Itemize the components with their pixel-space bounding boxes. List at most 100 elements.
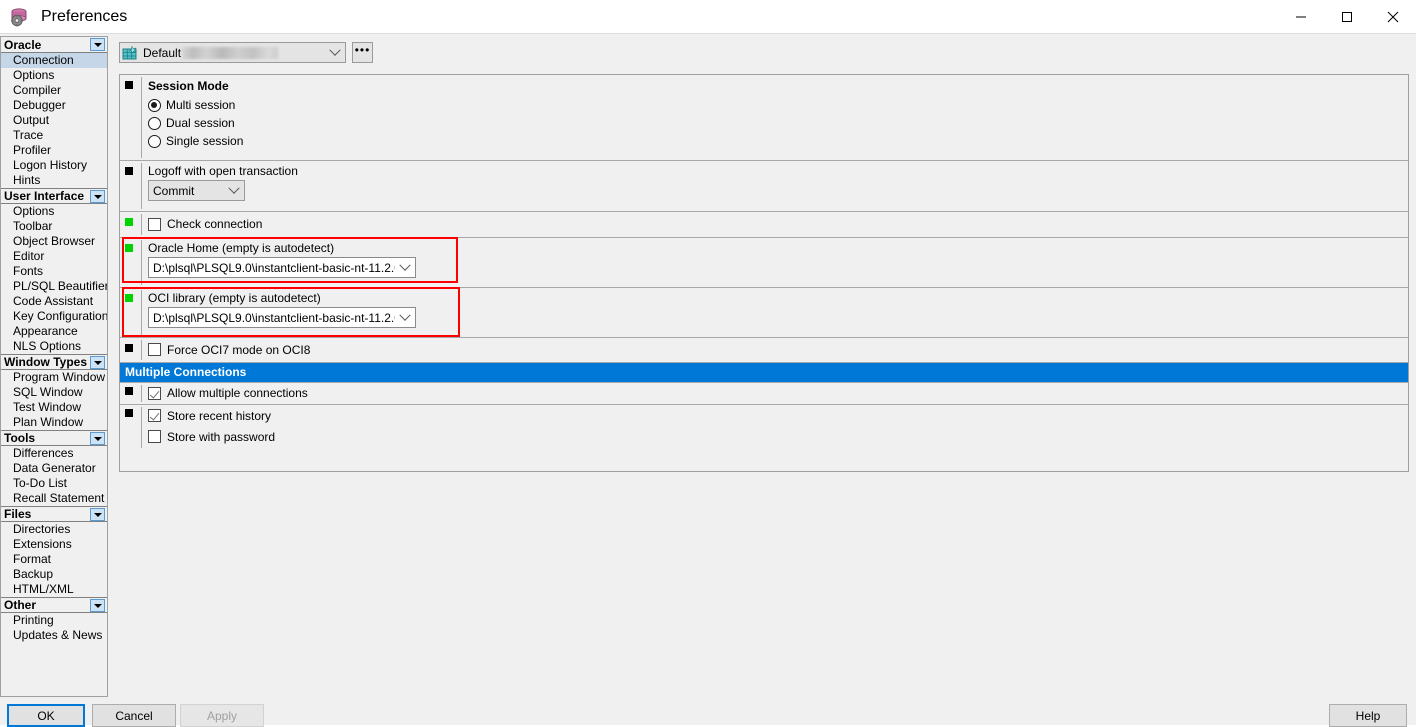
radio-multi-session[interactable]: Multi session [148,96,1408,114]
chevron-down-icon[interactable] [224,181,244,200]
preference-set-combo[interactable]: Default [119,42,346,63]
sidebar-group-files[interactable]: Files [1,506,107,522]
sidebar-item-pl-sql-beautifier[interactable]: PL/SQL Beautifier [1,279,107,294]
minimize-button[interactable] [1278,0,1324,33]
sidebar-item-sql-window[interactable]: SQL Window [1,385,107,400]
checkbox-icon[interactable] [148,430,161,443]
sidebar-item-options[interactable]: Options [1,68,107,83]
apply-button: Apply [180,704,264,727]
radio-icon[interactable] [148,134,161,148]
sidebar-item-program-window[interactable]: Program Window [1,370,107,385]
sidebar-item-extensions[interactable]: Extensions [1,537,107,552]
radio-label: Multi session [166,98,236,112]
logoff-label: Logoff with open transaction [148,164,298,178]
sidebar-item-debugger[interactable]: Debugger [1,98,107,113]
preference-set-row: Default ••• [119,42,373,63]
checkbox-icon[interactable] [148,386,161,400]
chevron-down-icon[interactable] [90,599,105,612]
oracle-home-combo[interactable]: D:\plsql\PLSQL9.0\instantclient-basic-nt… [148,257,416,278]
sidebar-item-directories[interactable]: Directories [1,522,107,537]
sidebar-item-key-configuration[interactable]: Key Configuration [1,309,107,324]
preference-set-browse-button[interactable]: ••• [352,42,373,63]
sidebar-item-output[interactable]: Output [1,113,107,128]
row-force-oci7: Force OCI7 mode on OCI8 [120,338,1408,363]
row-rule [141,290,142,335]
sidebar-item-data-generator[interactable]: Data Generator [1,461,107,476]
sidebar-item-html-xml[interactable]: HTML/XML [1,582,107,597]
sidebar-item-editor[interactable]: Editor [1,249,107,264]
sidebar-item-backup[interactable]: Backup [1,567,107,582]
radio-label: Single session [166,134,244,148]
sidebar-item-plan-window[interactable]: Plan Window [1,415,107,430]
sidebar-item-hints[interactable]: Hints [1,173,107,188]
state-marker [125,244,133,252]
sidebar-item-test-window[interactable]: Test Window [1,400,107,415]
dialog-button-bar: OK Cancel Apply Help [0,668,1416,727]
sidebar-group-label: Tools [4,431,36,445]
sidebar-item-fonts[interactable]: Fonts [1,264,107,279]
radio-label: Dual session [166,116,235,130]
sidebar-item-to-do-list[interactable]: To-Do List [1,476,107,491]
row-rule [141,214,142,235]
checkbox-store-with-password[interactable]: Store with password [148,426,1408,447]
chevron-down-icon[interactable] [90,190,105,203]
sidebar-item-trace[interactable]: Trace [1,128,107,143]
sidebar-group-tools[interactable]: Tools [1,430,107,446]
ok-button[interactable]: OK [7,704,85,727]
chevron-down-icon[interactable] [90,38,105,51]
sidebar-item-object-browser[interactable]: Object Browser [1,234,107,249]
connection-settings-panel: Session Mode Multi session Dual session … [119,74,1409,472]
sidebar-item-format[interactable]: Format [1,552,107,567]
sidebar-item-printing[interactable]: Printing [1,613,107,628]
radio-icon[interactable] [148,98,161,112]
sidebar-item-appearance[interactable]: Appearance [1,324,107,339]
sidebar-item-recall-statement[interactable]: Recall Statement [1,491,107,506]
checkbox-icon[interactable] [148,217,161,231]
cancel-button[interactable]: Cancel [92,704,176,727]
close-button[interactable] [1370,0,1416,33]
sidebar-item-differences[interactable]: Differences [1,446,107,461]
checkbox-label: Check connection [167,217,263,231]
sidebar-group-user-interface[interactable]: User Interface [1,188,107,204]
sidebar-item-logon-history[interactable]: Logon History [1,158,107,173]
radio-single-session[interactable]: Single session [148,132,1408,150]
sidebar-item-nls-options[interactable]: NLS Options [1,339,107,354]
sidebar-item-updates-news[interactable]: Updates & News [1,628,107,643]
checkbox-allow-multiple-connections[interactable]: Allow multiple connections [148,383,1408,403]
chevron-down-icon[interactable] [90,508,105,521]
maximize-button[interactable] [1324,0,1370,33]
preferences-category-tree[interactable]: Oracle Connection Options Compiler Debugger O… [0,36,108,697]
radio-icon[interactable] [148,116,161,130]
sidebar-item-options[interactable]: Options [1,204,107,219]
row-oci-library: OCI library (empty is autodetect) D:\pls… [120,288,1408,338]
row-oracle-home: Oracle Home (empty is autodetect) D:\pls… [120,238,1408,288]
radio-dual-session[interactable]: Dual session [148,114,1408,132]
checkbox-force-oci7[interactable]: Force OCI7 mode on OCI8 [148,338,1408,361]
window-title: Preferences [41,7,128,25]
sidebar-item-toolbar[interactable]: Toolbar [1,219,107,234]
checkbox-check-connection[interactable]: Check connection [148,212,1408,236]
sidebar-group-other[interactable]: Other [1,597,107,613]
sidebar-item-compiler[interactable]: Compiler [1,83,107,98]
sidebar-group-oracle[interactable]: Oracle [1,37,107,53]
sidebar-item-connection[interactable]: Connection [1,53,107,68]
sidebar-group-label: Other [4,598,37,612]
sidebar-group-window-types[interactable]: Window Types [1,354,107,370]
row-store-history: Store recent history Store with password [120,405,1408,450]
oci-library-combo[interactable]: D:\plsql\PLSQL9.0\instantclient-basic-nt… [148,307,416,328]
logoff-combo[interactable]: Commit [148,180,245,201]
logoff-value: Commit [153,183,195,198]
checkbox-icon[interactable] [148,409,161,422]
row-rule [141,240,142,285]
chevron-down-icon[interactable] [395,308,415,327]
help-button[interactable]: Help [1329,704,1407,727]
checkbox-store-recent-history[interactable]: Store recent history [148,405,1408,426]
checkbox-icon[interactable] [148,343,161,356]
chevron-down-icon[interactable] [90,356,105,369]
chevron-down-icon[interactable] [395,258,415,277]
chevron-down-icon[interactable] [325,43,345,62]
state-marker [125,344,133,352]
chevron-down-icon[interactable] [90,432,105,445]
sidebar-item-profiler[interactable]: Profiler [1,143,107,158]
sidebar-item-code-assistant[interactable]: Code Assistant [1,294,107,309]
